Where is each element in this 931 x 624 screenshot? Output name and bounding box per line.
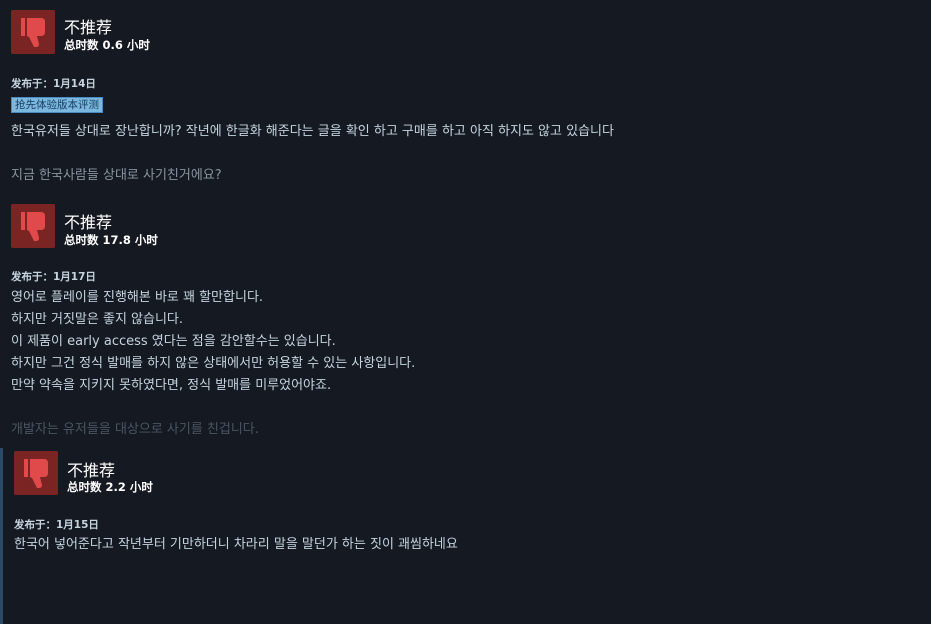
review-body: 영어로 플레이를 진행해본 바로 꽤 할만합니다. 하지만 거짓말은 좋지 않습… [11,287,415,441]
thumbs-down-icon [11,10,55,54]
review-text-line: 한국유저들 상대로 장난합니까? 작년에 한글화 해준다는 글을 확인 하고 구… [11,124,614,139]
review-text-line [11,397,415,419]
highlight-bar [0,448,3,624]
review-body: 한국어 넣어준다고 작년부터 기만하더니 차라리 말을 말던가 하는 짓이 괘씸… [14,534,458,556]
thumbs-down-icon [11,204,55,248]
review-text-line: 영어로 플레이를 진행해본 바로 꽤 할만합니다. [11,290,264,305]
review-verdict: 不推荐 [64,213,113,232]
review-text-line: 하지만 그건 정식 발매를 하지 않은 상태에서만 허용할 수 있는 사항입니다… [11,356,416,371]
posted-date: 发布于：1月15日 [14,519,99,531]
review-text-line: 개발자는 유저들을 대상으로 사기를 친겁니다. [11,422,259,437]
playtime-hours: 总时数 17.8 小时 [64,233,158,247]
review-verdict: 不推荐 [67,461,116,480]
playtime-hours: 总时数 2.2 小时 [67,480,153,494]
review-card: 不推荐 总时数 17.8 小时 发布于：1月17日 영어로 플레이를 진행해본 … [0,195,931,445]
review-card: 不推荐 总时数 0.6 小时 发布于：1月14日 抢先体验版本评测 한국유저들 … [0,0,931,195]
review-verdict: 不推荐 [64,18,113,37]
review-body: 한국유저들 상대로 장난합니까? 작년에 한글화 해준다는 글을 확인 하고 구… [11,121,614,187]
early-access-badge: 抢先体验版本评测 [11,97,103,113]
review-text-line [11,143,614,165]
review-text-line: 한국어 넣어준다고 작년부터 기만하더니 차라리 말을 말던가 하는 짓이 괘씸… [14,537,458,552]
review-text-line: 지금 한국사람들 상대로 사기친거에요? [11,168,222,183]
review-text-line: 만약 약속을 지키지 못하였다면, 정식 발매를 미루었어야죠. [11,378,332,393]
review-card: 不推荐 总时数 2.2 小时 发布于：1月15日 한국어 넣어준다고 작년부터 … [0,448,931,624]
posted-date: 发布于：1月14日 [11,78,96,90]
thumbs-down-icon [14,451,58,495]
review-text-line: 이 제품이 early access 였다는 점을 감안할수는 있습니다. [11,334,336,349]
review-text-line: 하지만 거짓말은 좋지 않습니다. [11,312,184,327]
playtime-hours: 总时数 0.6 小时 [64,38,150,52]
posted-date: 发布于：1月17日 [11,271,96,283]
